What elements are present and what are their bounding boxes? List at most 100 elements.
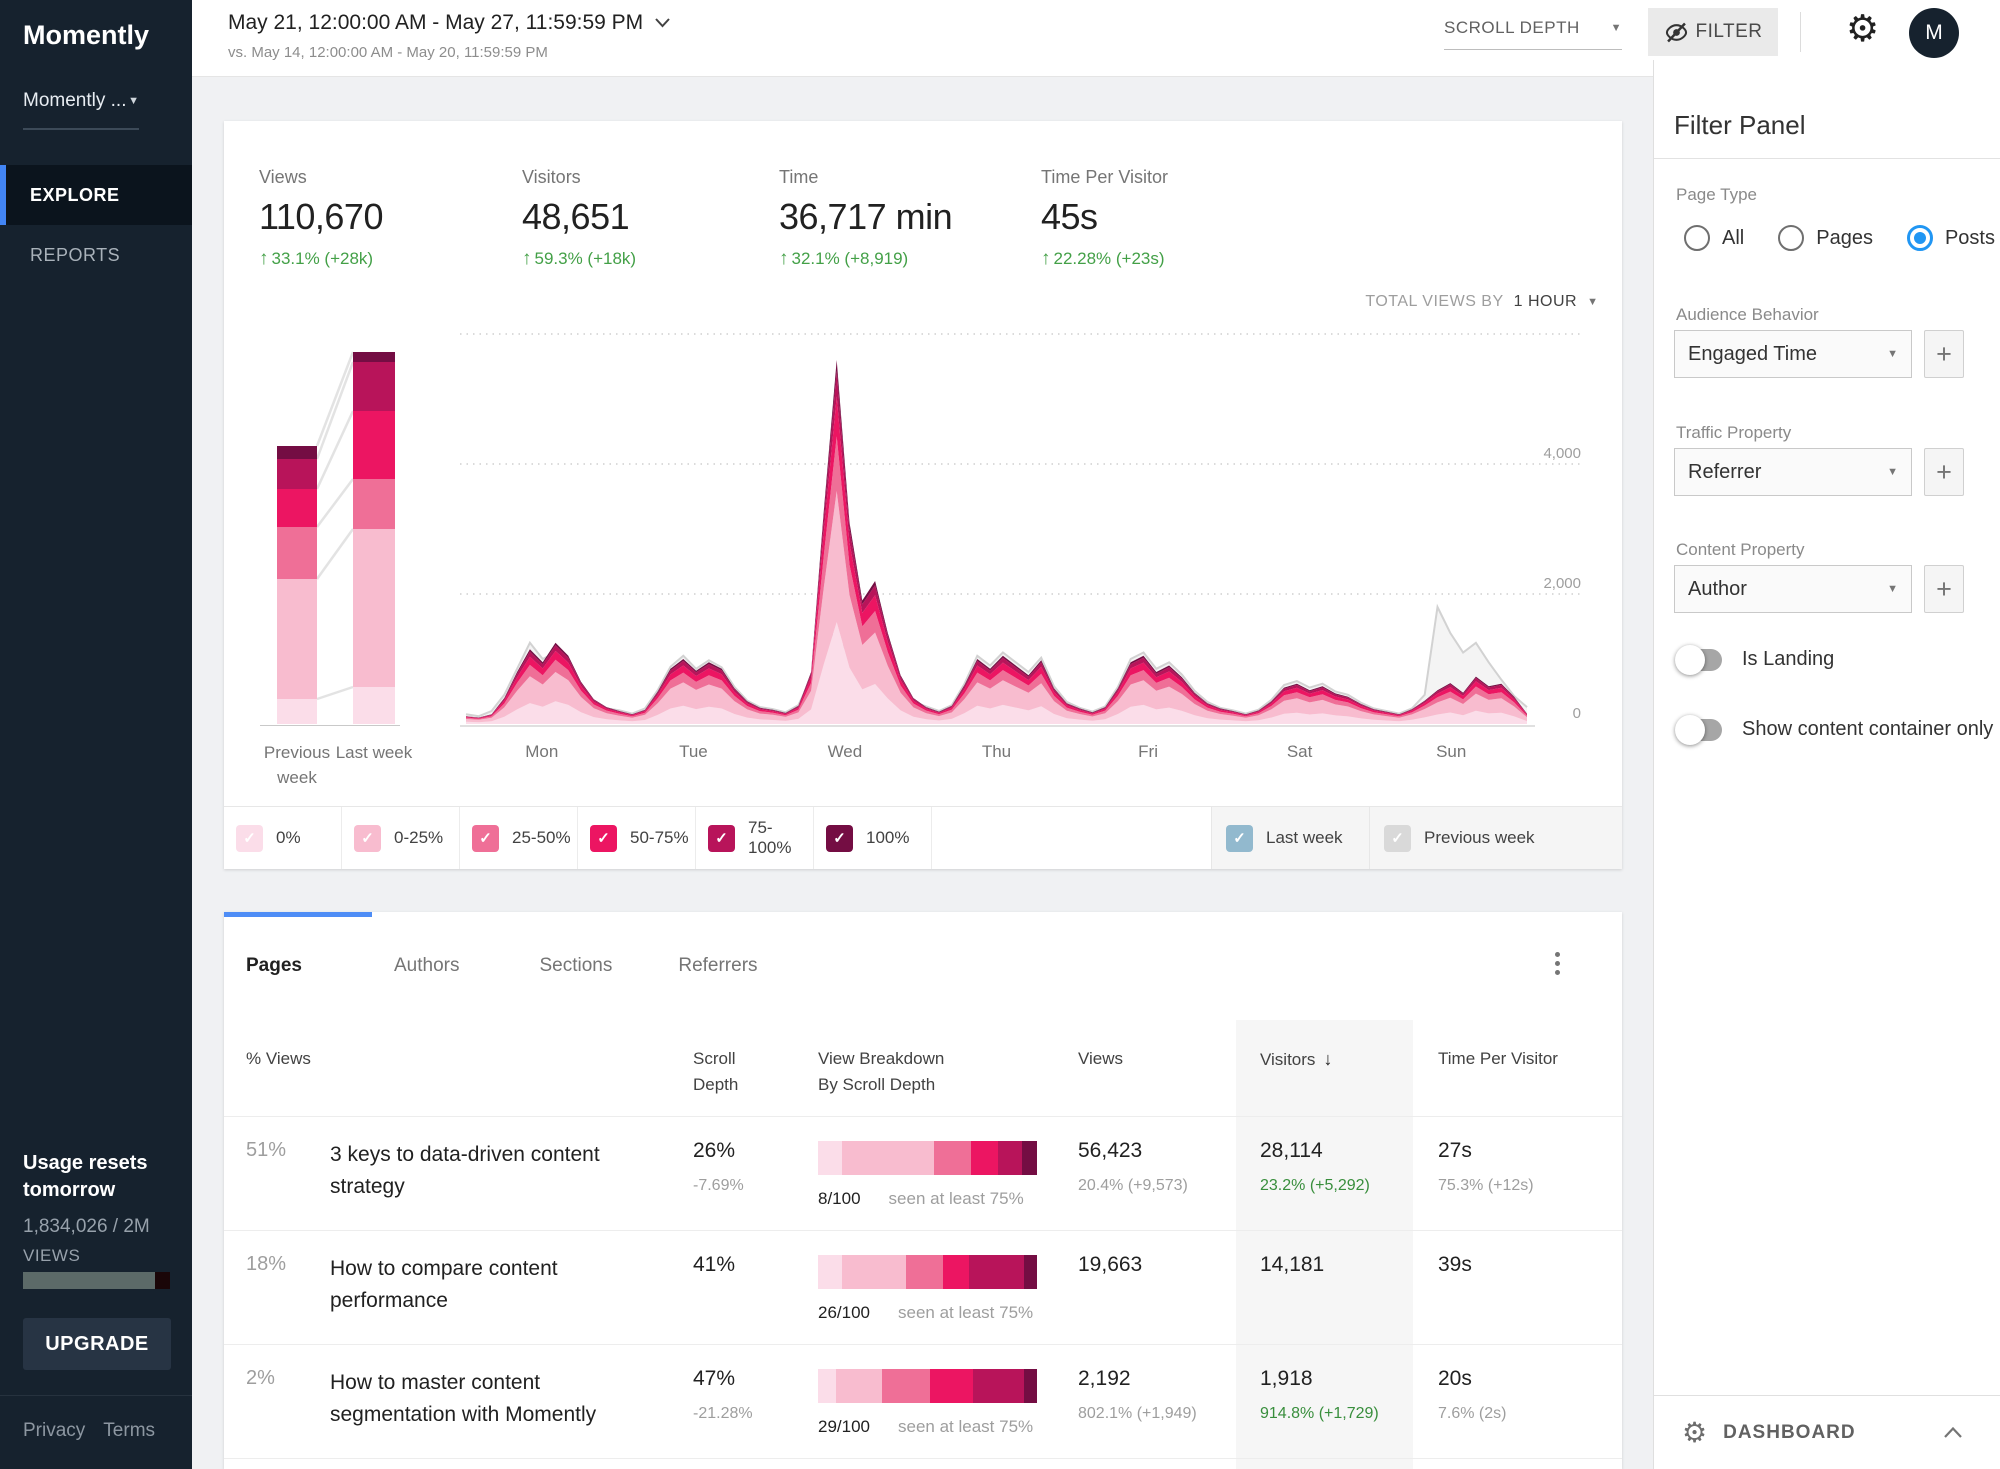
table-row[interactable]: 51% 3 keys to data-driven content strate…: [224, 1116, 1622, 1230]
svg-text:4,000: 4,000: [1543, 445, 1581, 462]
header-time-per-visitor[interactable]: Time Per Visitor: [1438, 1046, 1622, 1116]
table-row[interactable]: 2% How to master content segmentation wi…: [224, 1344, 1622, 1458]
radio-checked-icon[interactable]: [1907, 225, 1933, 251]
legend-item-0-25pct[interactable]: ✓ 0-25%: [342, 807, 460, 869]
content-container-toggle[interactable]: [1678, 719, 1722, 741]
upgrade-button[interactable]: UPGRADE: [23, 1318, 171, 1370]
tab-referrers[interactable]: Referrers: [678, 955, 757, 977]
legend-item-75-100pct[interactable]: ✓ 75-100%: [696, 807, 814, 869]
header-view-breakdown[interactable]: View BreakdownBy Scroll Depth: [818, 1046, 1078, 1116]
tab-authors[interactable]: Authors: [394, 955, 459, 977]
radio-icon[interactable]: [1684, 225, 1710, 251]
previous-week-stacked-bar[interactable]: [277, 446, 317, 724]
table-row[interactable]: 18% How to compare content performance 4…: [224, 1230, 1622, 1344]
is-landing-toggle[interactable]: [1678, 649, 1722, 671]
kpi-delta: 22.28% (+23s): [1054, 249, 1165, 269]
legend-item-100pct[interactable]: ✓ 100%: [814, 807, 932, 869]
legend-item-last-week[interactable]: ✓ Last week: [1211, 807, 1369, 869]
table-options-kebab-icon[interactable]: [1549, 946, 1566, 981]
settings-gear-icon[interactable]: ⚙: [1846, 10, 1879, 47]
legend-item-0pct[interactable]: ✓ 0%: [224, 807, 342, 869]
header-pct-views[interactable]: % Views: [246, 1046, 330, 1116]
checkbox-icon[interactable]: ✓: [1384, 825, 1411, 852]
legend-item-50-75pct[interactable]: ✓ 50-75%: [578, 807, 696, 869]
filter-button[interactable]: FILTER: [1648, 8, 1778, 56]
legend-item-previous-week[interactable]: ✓ Previous week: [1369, 807, 1622, 869]
interval-selector[interactable]: TOTAL VIEWS BY 1 HOUR ▼: [1365, 293, 1598, 311]
privacy-link[interactable]: Privacy: [23, 1420, 85, 1442]
svg-text:Sun: Sun: [1436, 742, 1466, 761]
user-avatar[interactable]: M: [1909, 8, 1959, 58]
legend-label: 50-75%: [630, 828, 689, 848]
select-value: Engaged Time: [1688, 343, 1817, 366]
sidebar-item-explore[interactable]: EXPLORE: [0, 165, 192, 225]
content-property-row: Author ▼ +: [1674, 565, 1964, 613]
page-type-radio-group: All Pages Posts: [1684, 225, 1995, 251]
sidebar-links: Privacy Terms: [23, 1420, 155, 1442]
header-visitors[interactable]: Visitors↓: [1260, 1046, 1438, 1116]
kpi-views: Views 110,670 ↑33.1% (+28k): [259, 167, 383, 270]
workspace-selector[interactable]: Momently ... ▼: [23, 90, 139, 130]
add-traffic-filter-button[interactable]: +: [1924, 448, 1964, 496]
sidebar-nav: EXPLORE REPORTS: [0, 165, 192, 285]
add-audience-filter-button[interactable]: +: [1924, 330, 1964, 378]
radio-posts[interactable]: Posts: [1907, 225, 1995, 251]
checkbox-icon[interactable]: ✓: [590, 825, 617, 852]
row-scroll-depth: 41%: [693, 1253, 818, 1336]
traffic-property-select[interactable]: Referrer ▼: [1674, 448, 1912, 496]
header-views[interactable]: Views: [1078, 1046, 1260, 1116]
radio-all[interactable]: All: [1684, 225, 1744, 251]
up-arrow-icon: ↑: [522, 248, 532, 270]
dashboard-bar[interactable]: ⚙ DASHBOARD: [1654, 1395, 2000, 1469]
radio-icon[interactable]: [1778, 225, 1804, 251]
row-pct-views: 2%: [246, 1367, 330, 1450]
sidebar-item-reports[interactable]: REPORTS: [0, 225, 192, 285]
audience-behavior-select[interactable]: Engaged Time ▼: [1674, 330, 1912, 378]
checkbox-icon[interactable]: ✓: [708, 825, 735, 852]
svg-text:Mon: Mon: [525, 742, 558, 761]
last-week-stacked-bar[interactable]: [353, 352, 395, 724]
chevron-up-icon: [1944, 1427, 1962, 1438]
row-title[interactable]: 3 keys to data-driven content strategy: [330, 1139, 693, 1222]
add-content-filter-button[interactable]: +: [1924, 565, 1964, 613]
legend-label: 0-25%: [394, 828, 443, 848]
is-landing-toggle-row: Is Landing: [1678, 648, 1834, 671]
header-scroll-depth[interactable]: ScrollDepth: [693, 1046, 818, 1116]
up-arrow-icon: ↑: [1041, 248, 1051, 270]
date-range-selector[interactable]: May 21, 12:00:00 AM - May 27, 11:59:59 P…: [228, 11, 670, 35]
checkbox-icon[interactable]: ✓: [236, 825, 263, 852]
row-time-per-visitor: 20s 7.6% (2s): [1438, 1367, 1622, 1450]
checkbox-icon[interactable]: ✓: [826, 825, 853, 852]
checkbox-icon[interactable]: ✓: [354, 825, 381, 852]
tab-pages[interactable]: Pages: [246, 955, 302, 977]
row-visitors: 1,918 914.8% (+1,729): [1260, 1367, 1438, 1450]
legend-label: 75-100%: [748, 818, 813, 858]
kpi-time: Time 36,717 min ↑32.1% (+8,919): [779, 167, 952, 270]
legend-item-25-50pct[interactable]: ✓ 25-50%: [460, 807, 578, 869]
kpi-label: Visitors: [522, 167, 636, 188]
svg-text:Thu: Thu: [982, 742, 1011, 761]
tab-sections[interactable]: Sections: [539, 955, 612, 977]
terms-link[interactable]: Terms: [103, 1420, 155, 1442]
kpi-delta: 32.1% (+8,919): [792, 249, 909, 269]
svg-text:Sat: Sat: [1287, 742, 1313, 761]
metric-selector[interactable]: SCROLL DEPTH ▼: [1444, 18, 1622, 50]
svg-text:Tue: Tue: [679, 742, 708, 761]
content-property-select[interactable]: Author ▼: [1674, 565, 1912, 613]
row-visitors: 28,114 23.2% (+5,292): [1260, 1139, 1438, 1222]
checkbox-icon[interactable]: ✓: [1226, 825, 1253, 852]
row-title[interactable]: How to master content segmentation with …: [330, 1367, 693, 1450]
radio-pages[interactable]: Pages: [1778, 225, 1873, 251]
total-views-area-chart[interactable]: 02,0004,000MonTueWedThuFriSatSun: [460, 311, 1620, 766]
dashboard-gear-icon: ⚙: [1682, 1419, 1707, 1447]
kpi-visitors: Visitors 48,651 ↑59.3% (+18k): [522, 167, 636, 270]
audience-behavior-row: Engaged Time ▼ +: [1674, 330, 1964, 378]
radio-label: All: [1722, 227, 1744, 250]
row-title[interactable]: How to compare content performance: [330, 1253, 693, 1336]
svg-text:Fri: Fri: [1138, 742, 1158, 761]
content-property-label: Content Property: [1676, 540, 1805, 560]
legend-label: 25-50%: [512, 828, 571, 848]
checkbox-icon[interactable]: ✓: [472, 825, 499, 852]
table-header-row: % Views ScrollDepth View BreakdownBy Scr…: [224, 1020, 1622, 1116]
page-type-label: Page Type: [1676, 185, 1757, 205]
